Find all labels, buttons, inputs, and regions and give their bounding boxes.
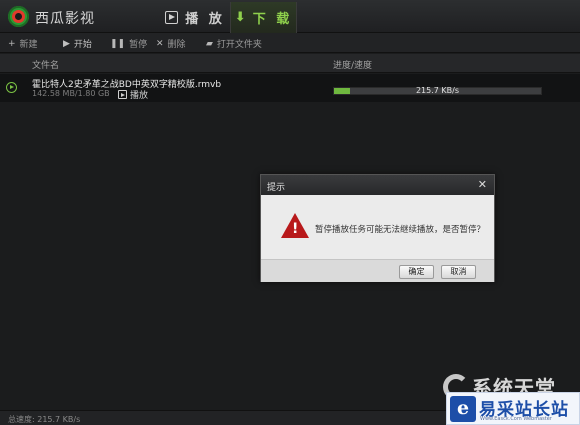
column-header: 文件名 进度/速度 xyxy=(0,54,580,73)
toolbar: + 新建 ▶ 开始 ❚❚ 暂停 ✕ 删除 ▰ 打开文件夹 xyxy=(0,33,580,53)
tab-play-label: 播 放 xyxy=(185,12,225,27)
delete-label: 删除 xyxy=(167,40,186,50)
close-icon: ✕ xyxy=(156,38,164,49)
play-icon xyxy=(118,90,127,99)
watermark-bottom: 易采站长站 Www.Easck.Com Webmaster xyxy=(446,392,580,425)
plus-icon: + xyxy=(8,38,16,49)
watermark-e-icon xyxy=(450,396,476,422)
start-label: 开始 xyxy=(73,40,92,50)
open-folder-label: 打开文件夹 xyxy=(216,40,262,50)
download-size: 142.58 MB/1.80 GB xyxy=(32,89,110,98)
folder-icon: ▰ xyxy=(206,38,213,49)
tab-play[interactable]: 播 放 xyxy=(160,2,230,33)
warning-mark: ! xyxy=(292,221,299,237)
tab-download[interactable]: ⬇ 下 载 xyxy=(230,2,297,33)
total-speed: 总速度: 215.7 KB/s xyxy=(8,415,81,424)
ok-button[interactable]: 确定 xyxy=(399,265,434,279)
new-button[interactable]: + 新建 xyxy=(8,37,38,51)
app-title: 西瓜影视 xyxy=(35,11,95,27)
title-bar: 西瓜影视 播 放 ⬇ 下 载 xyxy=(0,0,580,33)
start-button[interactable]: ▶ 开始 xyxy=(63,37,92,51)
pause-icon: ❚❚ xyxy=(110,38,126,49)
download-play-button[interactable]: 播放 xyxy=(118,88,148,101)
download-status-icon[interactable] xyxy=(6,82,17,93)
pause-label: 暂停 xyxy=(129,40,148,50)
watermark-bottom-sub: Www.Easck.Com Webmaster xyxy=(480,416,552,422)
download-speed: 215.7 KB/s xyxy=(415,86,460,95)
new-label: 新建 xyxy=(19,40,38,50)
play-icon xyxy=(165,11,179,24)
cancel-button[interactable]: 取消 xyxy=(441,265,476,279)
close-icon[interactable]: ✕ xyxy=(478,178,487,191)
download-play-label: 播放 xyxy=(130,91,149,101)
play-icon: ▶ xyxy=(63,38,70,49)
column-progress[interactable]: 进度/速度 xyxy=(333,58,372,71)
dialog-title-bar: 提示 ✕ xyxy=(261,175,494,195)
dialog-title: 提示 xyxy=(267,183,286,193)
app-logo-icon xyxy=(8,6,29,27)
download-icon: ⬇ xyxy=(234,10,246,25)
dialog-message: 暂停播放任务可能无法继续播放，是否暂停？ xyxy=(315,225,486,235)
confirm-dialog: 提示 ✕ ! 暂停播放任务可能无法继续播放，是否暂停？ 确定 取消 xyxy=(260,174,495,282)
dialog-body: ! 暂停播放任务可能无法继续播放，是否暂停？ xyxy=(261,195,494,259)
column-filename[interactable]: 文件名 xyxy=(32,58,59,71)
dialog-footer: 确定 取消 xyxy=(261,259,494,282)
open-folder-button[interactable]: ▰ 打开文件夹 xyxy=(206,37,262,51)
pause-button[interactable]: ❚❚ 暂停 xyxy=(110,37,148,51)
delete-button[interactable]: ✕ 删除 xyxy=(156,37,186,51)
tab-download-label: 下 载 xyxy=(252,12,293,27)
